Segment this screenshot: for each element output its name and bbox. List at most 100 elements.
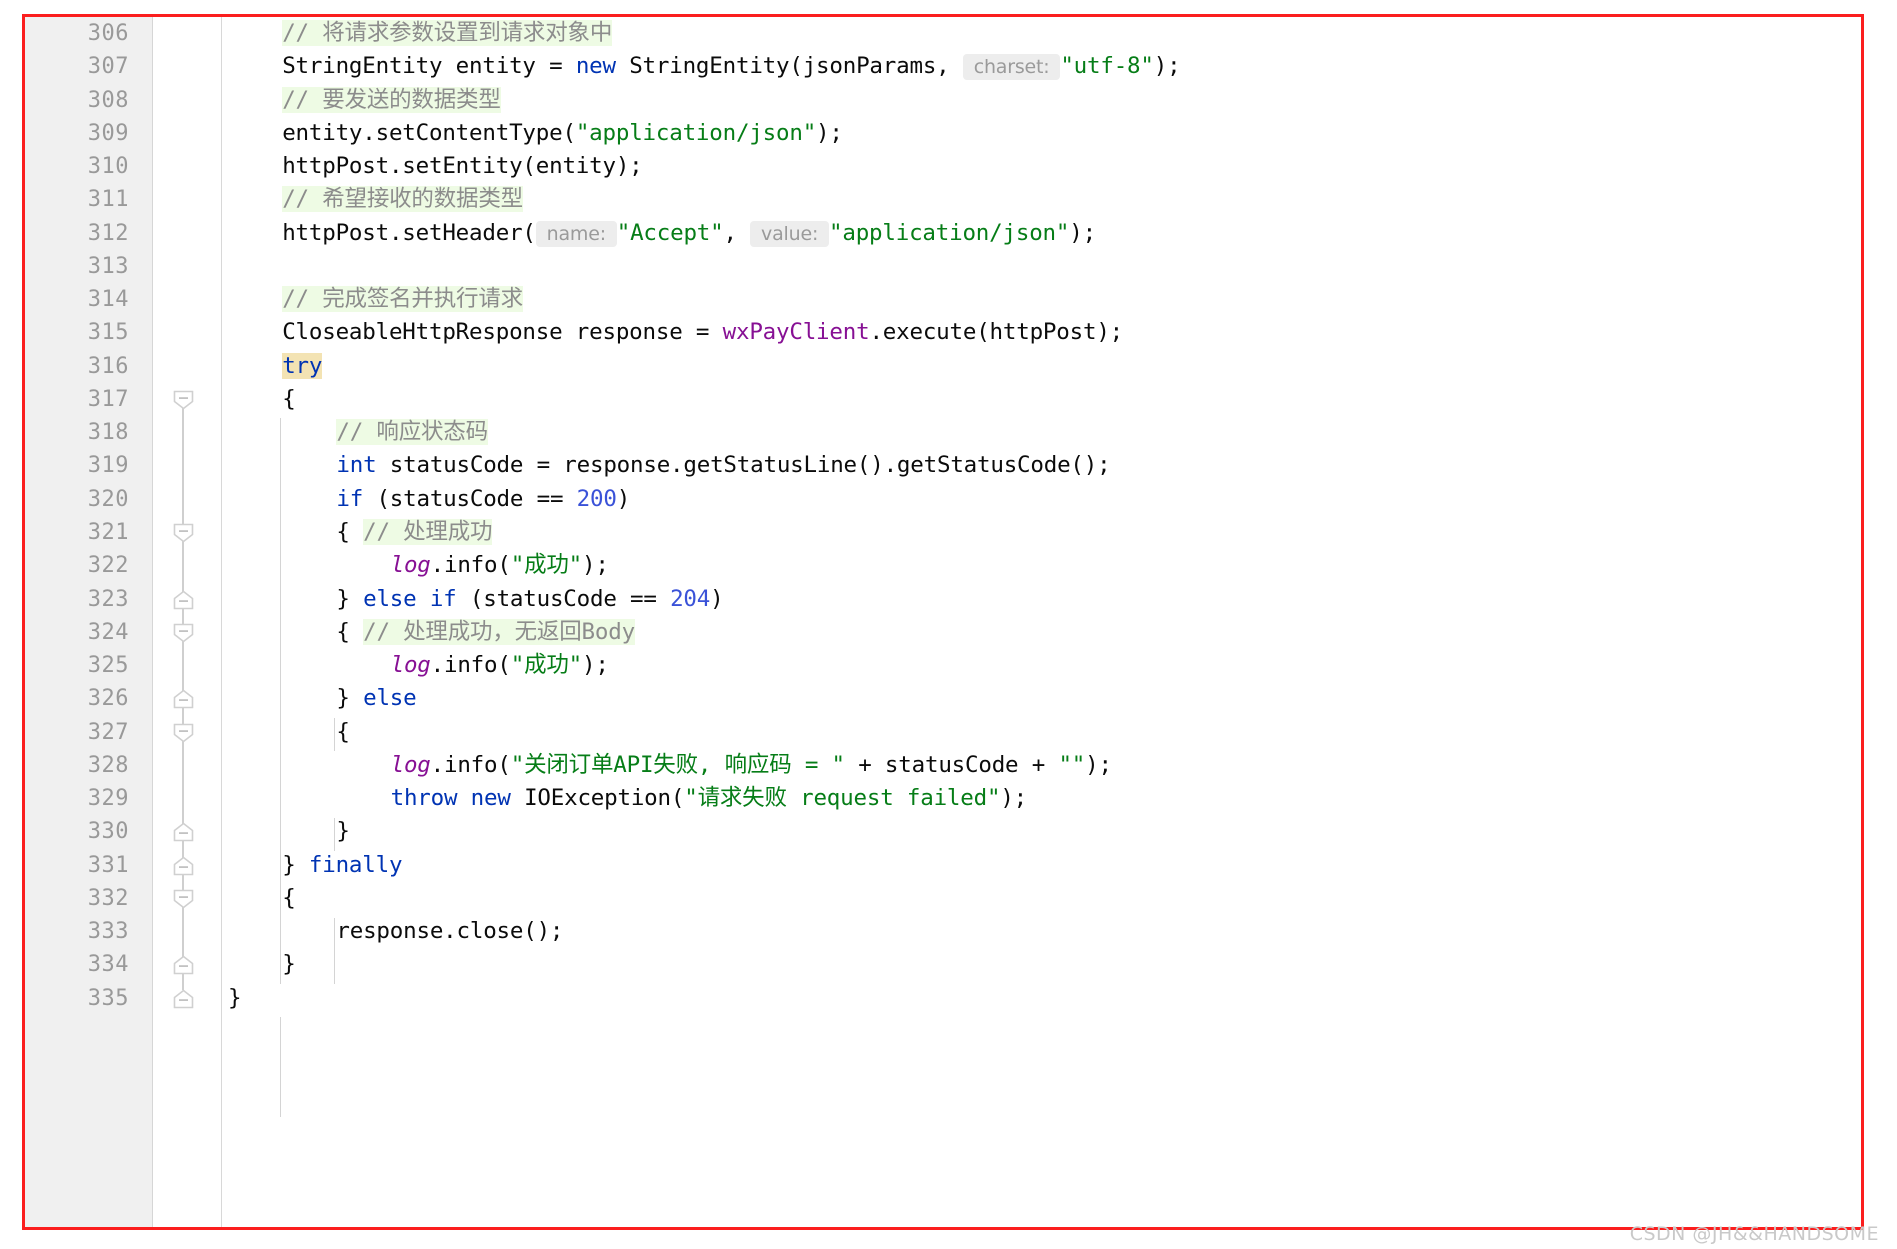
fold-collapse-down-icon[interactable] (173, 523, 194, 543)
code-line[interactable]: 308 // 要发送的数据类型 (25, 84, 1861, 117)
code-line[interactable]: 325 log.info("成功"); (25, 649, 1861, 682)
fold-collapse-down-icon[interactable] (173, 623, 194, 643)
line-number: 330 (87, 819, 129, 845)
token: 200 (576, 485, 617, 512)
token: "utf-8" (1060, 53, 1154, 80)
line-number: 314 (87, 287, 129, 313)
code-line[interactable]: 311 // 希望接收的数据类型 (25, 183, 1861, 216)
code-line[interactable]: 314 // 完成签名并执行请求 (25, 283, 1861, 316)
code-text: } finally (282, 849, 402, 882)
code-line[interactable]: 316 try (25, 350, 1861, 383)
token: + statusCode + (844, 751, 1059, 778)
token: "Accept" (616, 219, 724, 246)
code-text: StringEntity entity = new StringEntity(j… (282, 50, 1181, 84)
line-number: 319 (87, 453, 129, 479)
code-line[interactable]: 309 entity.setContentType("application/js… (25, 117, 1861, 150)
code-text: try (282, 350, 322, 383)
code-text: // 将请求参数设置到请求对象中 (282, 17, 612, 50)
token: .info( (430, 751, 511, 778)
line-number: 311 (87, 187, 129, 213)
line-number: 317 (87, 386, 129, 412)
fold-collapse-up-icon[interactable] (173, 689, 194, 709)
code-line[interactable]: 315 CloseableHttpResponse response = wxPa… (25, 316, 1861, 349)
token: ); (1085, 751, 1112, 778)
token: // 处理成功 (363, 518, 493, 545)
code-line[interactable]: 319 int statusCode = response.getStatusLi… (25, 449, 1861, 482)
fold-collapse-up-icon[interactable] (173, 856, 194, 876)
token: charset: (962, 54, 1061, 81)
code-text: // 完成签名并执行请求 (282, 283, 523, 316)
code-line[interactable]: 312 httpPost.setHeader( name: "Accept", v… (25, 217, 1861, 250)
fold-collapse-up-icon[interactable] (173, 989, 194, 1009)
code-line[interactable]: 326} else (25, 682, 1861, 715)
token: "关闭订单API失败, 响应码 = " (510, 751, 845, 778)
line-number: 327 (87, 719, 129, 745)
code-text: // 响应状态码 (336, 416, 488, 449)
token: { (282, 385, 296, 412)
code-line[interactable]: 323} else if (statusCode == 204) (25, 583, 1861, 616)
line-number: 335 (87, 985, 129, 1011)
token: StringEntity entity = (282, 53, 576, 80)
fold-collapse-down-icon[interactable] (173, 390, 194, 410)
fold-collapse-up-icon[interactable] (173, 590, 194, 610)
code-text: } (228, 982, 242, 1015)
code-line[interactable]: 307 StringEntity entity = new StringEntit… (25, 50, 1861, 83)
code-line[interactable]: 329 throw new IOException("请求失败 request f… (25, 782, 1861, 815)
code-line[interactable]: 313 (25, 250, 1861, 283)
token: else (363, 685, 417, 712)
code-text: { (336, 716, 350, 749)
code-text: httpPost.setHeader( name: "Accept", valu… (282, 217, 1096, 251)
code-line[interactable]: 334} (25, 948, 1861, 981)
line-number: 306 (87, 21, 129, 46)
line-number: 310 (87, 154, 129, 180)
code-editor[interactable]: 306 // 将请求参数设置到请求对象中 307 StringEntity entit… (25, 17, 1861, 1227)
fold-collapse-down-icon[interactable] (173, 723, 194, 743)
code-line[interactable]: 330} (25, 815, 1861, 848)
fold-collapse-down-icon[interactable] (173, 889, 194, 909)
token: try (282, 352, 323, 379)
token: ); (582, 552, 609, 579)
line-number: 328 (87, 752, 129, 778)
code-line[interactable]: 318 // 响应状态码 (25, 416, 1861, 449)
token: { (336, 518, 364, 545)
code-line[interactable]: 335} (25, 982, 1861, 1015)
code-line[interactable]: 328 log.info("关闭订单API失败, 响应码 = " + status… (25, 749, 1861, 782)
code-line[interactable]: 327 { (25, 716, 1861, 749)
code-line[interactable]: 321 { // 处理成功 (25, 516, 1861, 549)
line-number: 307 (87, 54, 129, 80)
code-line[interactable]: 310 httpPost.setEntity(entity); (25, 150, 1861, 183)
token: CloseableHttpResponse response = (282, 319, 723, 346)
code-line[interactable]: 306 // 将请求参数设置到请求对象中 (25, 17, 1861, 50)
line-number: 318 (87, 420, 129, 446)
code-line[interactable]: 331} finally (25, 849, 1861, 882)
code-line[interactable]: 324 { // 处理成功，无返回Body (25, 616, 1861, 649)
token: // 希望接收的数据类型 (282, 186, 523, 213)
token: else if (363, 585, 457, 612)
line-number: 316 (87, 353, 129, 379)
fold-collapse-up-icon[interactable] (173, 822, 194, 842)
code-text: // 希望接收的数据类型 (282, 183, 523, 216)
code-line[interactable]: 332 { (25, 882, 1861, 915)
token: "请求失败 request failed" (684, 785, 1001, 812)
token: new (575, 53, 616, 80)
token: ); (1000, 785, 1028, 812)
code-line[interactable]: 320 if (statusCode == 200) (25, 483, 1861, 516)
token: "" (1058, 751, 1086, 778)
line-number: 321 (87, 519, 129, 545)
code-line[interactable]: 333 response.close(); (25, 915, 1861, 948)
code-text: log.info("关闭订单API失败, 响应码 = " + statusCod… (391, 749, 1112, 782)
token: name: (535, 220, 617, 247)
token: "成功" (510, 552, 583, 579)
token: } (336, 685, 364, 712)
token: ); (816, 119, 843, 146)
token: finally (308, 851, 403, 878)
token: (statusCode == (456, 585, 671, 612)
code-text: throw new IOException("请求失败 request fail… (391, 782, 1028, 815)
fold-collapse-up-icon[interactable] (173, 955, 194, 975)
token: .execute(httpPost); (869, 319, 1124, 346)
token: } (282, 951, 296, 978)
token: { (282, 884, 296, 911)
token: , (723, 219, 751, 246)
code-line[interactable]: 322 log.info("成功"); (25, 549, 1861, 582)
code-line[interactable]: 317 { (25, 383, 1861, 416)
